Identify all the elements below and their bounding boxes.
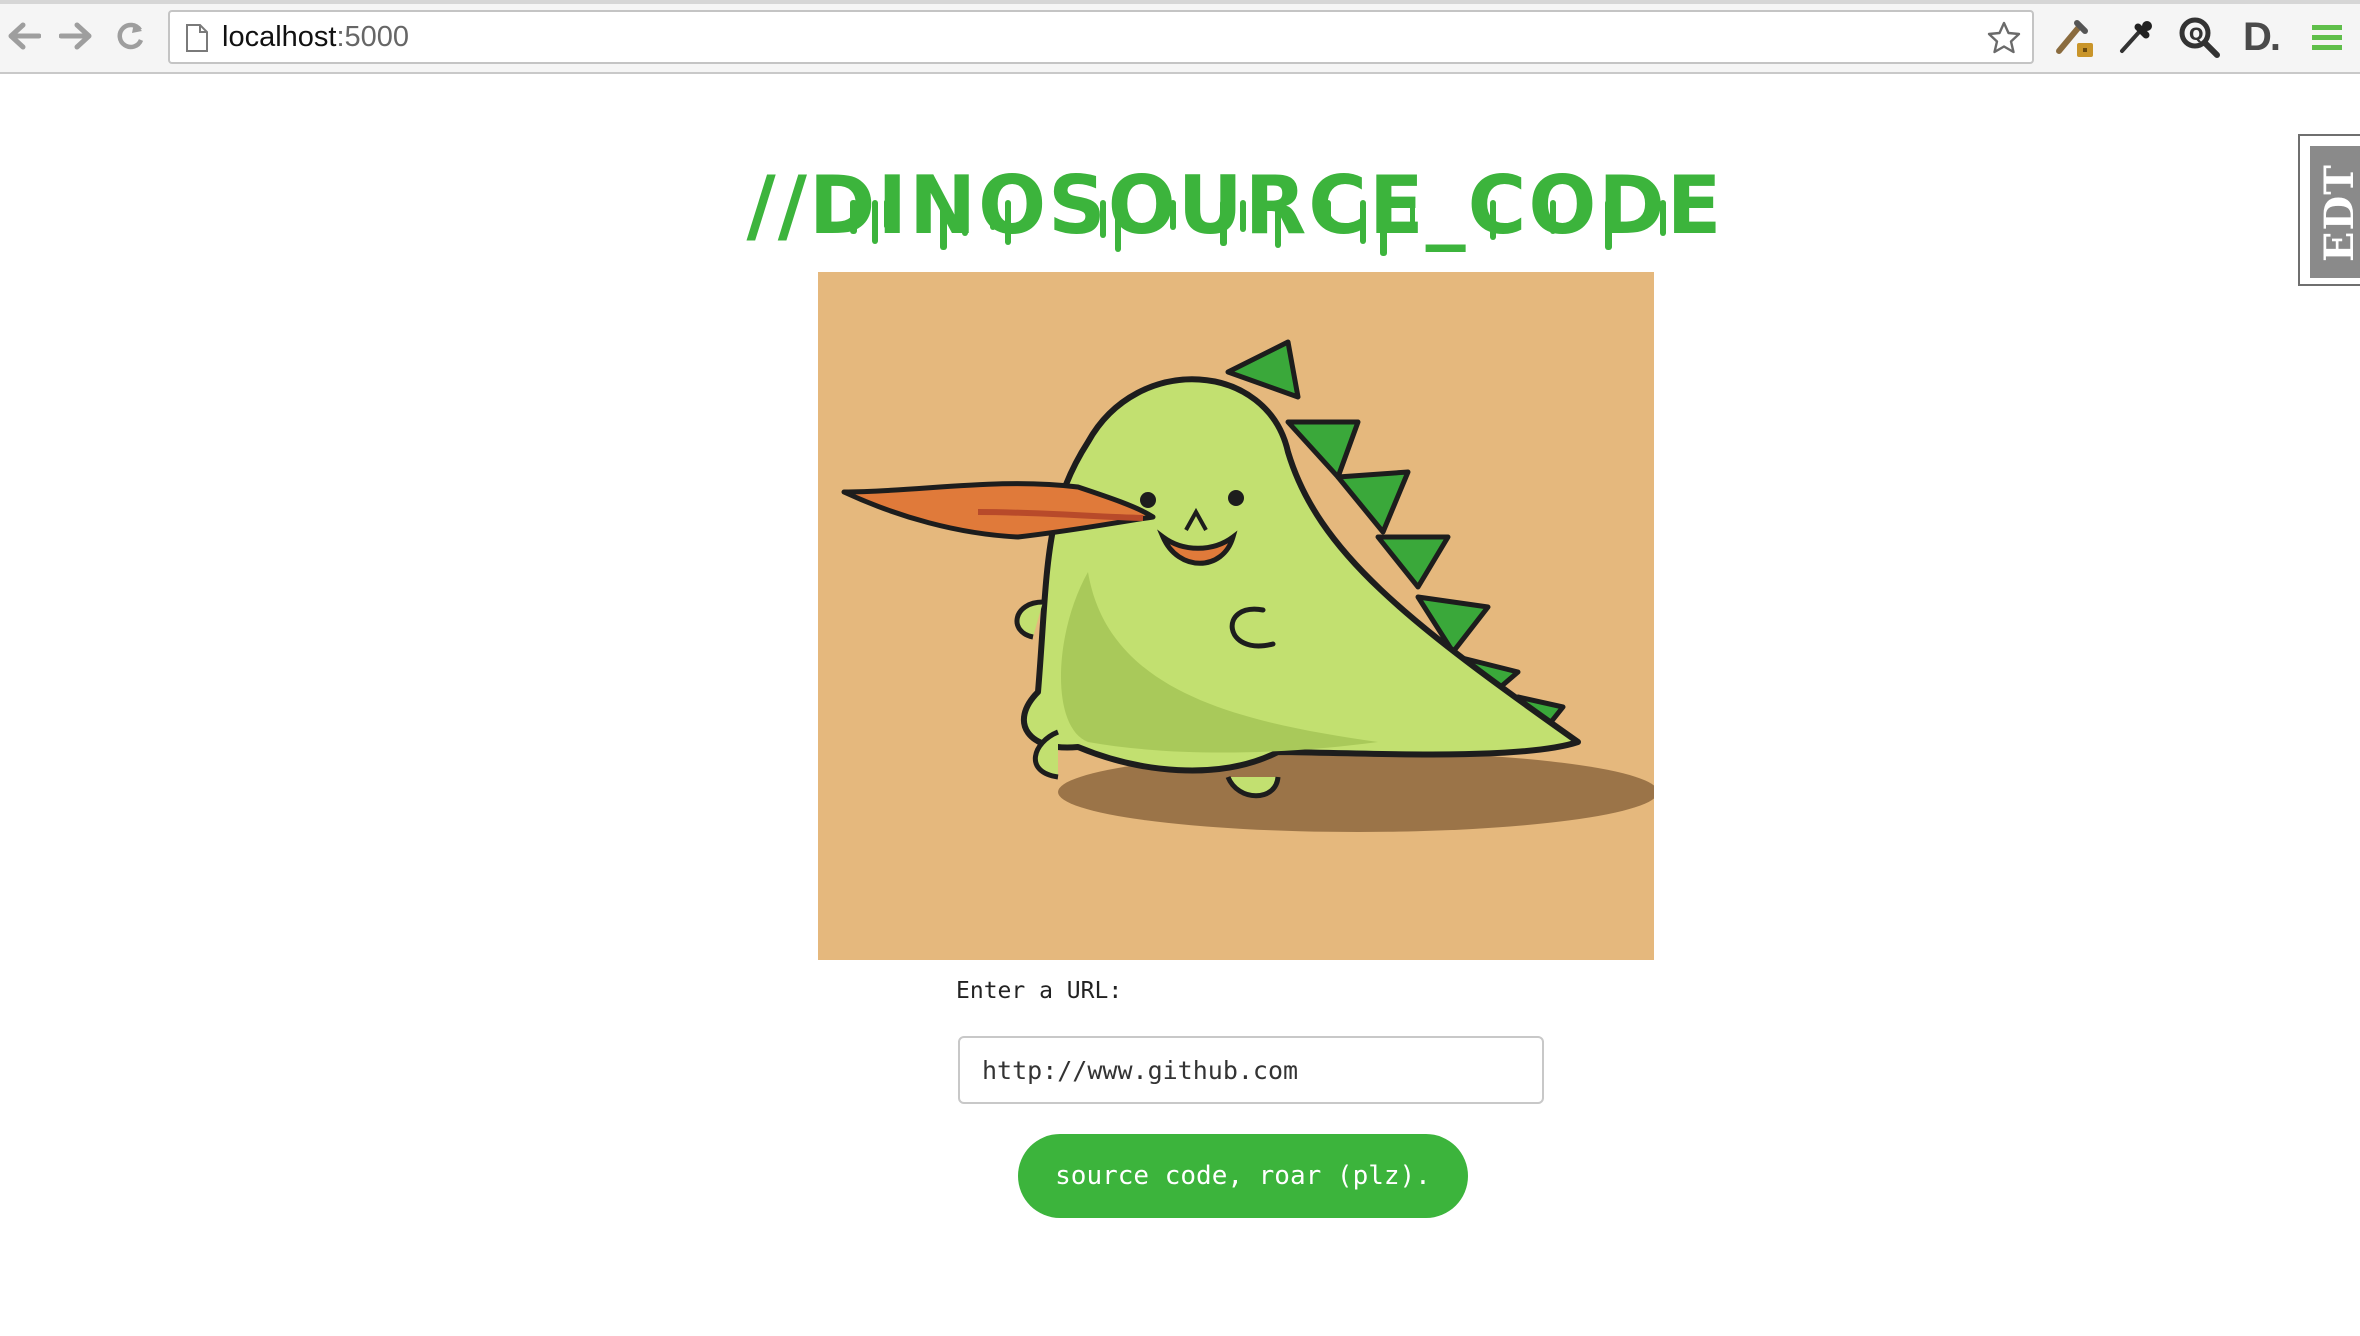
- title-drips: [850, 200, 1681, 256]
- arrow-left-icon: [8, 22, 41, 50]
- url-label: Enter a URL:: [956, 978, 1123, 1004]
- address-port: :5000: [336, 21, 410, 53]
- dinosaur-image: [818, 272, 1654, 960]
- reload-button[interactable]: [108, 14, 152, 58]
- page-icon: [186, 24, 208, 52]
- address-text: localhost:5000: [222, 12, 409, 62]
- arrow-right-icon: [59, 22, 92, 50]
- color-picker-button[interactable]: [2113, 14, 2159, 60]
- forward-button[interactable]: [54, 14, 98, 58]
- address-host: localhost: [222, 21, 337, 53]
- back-button[interactable]: [2, 14, 46, 58]
- hamburger-menu-icon: [2312, 25, 2342, 50]
- svg-text:Q: Q: [2189, 25, 2203, 45]
- d-extension-icon: D.: [2243, 14, 2281, 59]
- side-extension-tab[interactable]: EDT: [2298, 134, 2360, 286]
- magnifier-extension-button[interactable]: Q: [2176, 14, 2222, 60]
- browser-toolbar: localhost:5000 Q D.: [0, 0, 2360, 74]
- dinosaur-illustration: [818, 272, 1654, 960]
- eyedropper-extension-button[interactable]: [2050, 14, 2096, 60]
- eyedropper-extension-icon: [2056, 20, 2093, 57]
- submit-button[interactable]: source code, roar (plz).: [1018, 1134, 1468, 1218]
- reload-icon: [117, 22, 144, 50]
- d-extension-button[interactable]: D.: [2238, 14, 2284, 60]
- color-picker-icon: [2120, 21, 2152, 53]
- side-tab-label: EDT: [2316, 164, 2360, 262]
- side-tab-panel: EDT: [2310, 146, 2360, 278]
- star-icon[interactable]: [1986, 20, 2022, 56]
- address-bar[interactable]: localhost:5000: [168, 10, 2034, 64]
- menu-button[interactable]: [2304, 14, 2350, 60]
- tab-strip: [0, 0, 2360, 4]
- url-input[interactable]: [958, 1036, 1544, 1104]
- magnifier-extension-icon: Q: [2179, 17, 2220, 58]
